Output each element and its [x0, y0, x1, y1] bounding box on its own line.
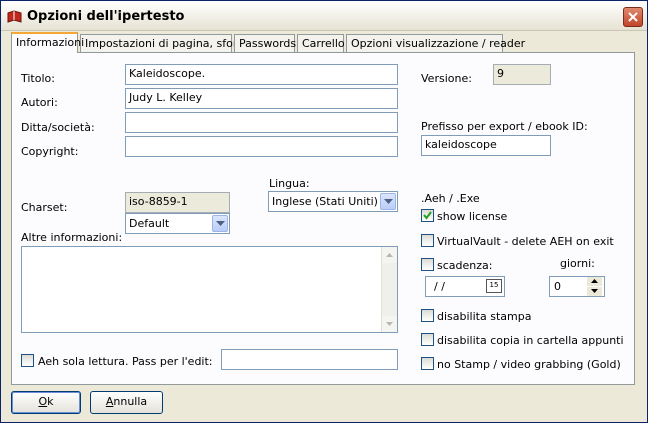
virtualvault-label: VirtualVault - delete AEH on exit: [437, 235, 614, 248]
prefisso-field[interactable]: kaleidoscope: [421, 135, 551, 156]
copyright-label: Copyright:: [21, 145, 79, 158]
scroll-up-icon[interactable]: [382, 247, 397, 263]
ditta-label: Ditta/società:: [21, 121, 95, 134]
titolo-label: Titolo:: [21, 72, 55, 85]
tab-passwords[interactable]: Passwords: [234, 34, 296, 52]
vertical-scrollbar[interactable]: [381, 247, 397, 332]
virtualvault-checkbox[interactable]: [421, 234, 434, 247]
tab-impostazioni-pagina[interactable]: Impostazioni di pagina, sfondo: [80, 34, 254, 52]
charset-combo[interactable]: Default: [125, 213, 230, 234]
charset-field: iso-8859-1: [125, 192, 230, 213]
ditta-field[interactable]: [125, 112, 398, 133]
close-button[interactable]: [623, 7, 643, 27]
titolo-field[interactable]: Kaleidoscope.: [125, 64, 398, 85]
chevron-down-icon[interactable]: [212, 215, 228, 232]
annulla-button[interactable]: Annulla: [90, 391, 163, 414]
prefisso-label: Prefisso per export / ebook ID:: [421, 120, 588, 133]
altre-informazioni-label: Altre informazioni:: [21, 231, 123, 244]
giorni-spinner[interactable]: 0: [549, 276, 605, 297]
ok-label: k: [47, 395, 54, 408]
dialog-window: Opzioni dell'ipertesto Informazioni Impo…: [0, 0, 648, 423]
aeh-section-label: .Aeh / .Exe: [421, 192, 480, 205]
disabilita-copia-checkbox[interactable]: [421, 333, 434, 346]
scadenza-label: scadenza:: [437, 259, 493, 272]
disabilita-copia-label: disabilita copia in cartella appunti: [437, 334, 624, 347]
tab-panel-informazioni: Titolo: Kaleidoscope. Autori: Judy L. Ke…: [11, 52, 635, 385]
autori-label: Autori:: [21, 96, 58, 109]
readonly-pass-field[interactable]: [221, 349, 398, 370]
no-stamp-label: no Stamp / video grabbing (Gold): [437, 358, 621, 371]
tab-opzioni-visualizzazione[interactable]: Opzioni visualizzazione / reader: [346, 34, 525, 52]
giorni-spin-buttons[interactable]: [587, 277, 602, 296]
calendar-icon[interactable]: 15: [486, 279, 502, 293]
versione-field: 9: [493, 64, 551, 85]
lingua-combo[interactable]: Inglese (Stati Uniti): [268, 191, 398, 212]
scadenza-date-field[interactable]: / / 15: [425, 276, 505, 297]
giorni-label: giorni:: [560, 257, 595, 270]
readonly-label: Aeh sola lettura. Pass per l'edit:: [38, 355, 213, 368]
charset-label: Charset:: [21, 201, 68, 214]
tab-informazioni[interactable]: Informazioni: [11, 32, 84, 53]
versione-label: Versione:: [421, 72, 472, 85]
spin-down-icon[interactable]: [587, 287, 602, 296]
spin-up-icon[interactable]: [587, 277, 602, 286]
copyright-field[interactable]: [125, 136, 398, 157]
show-license-checkbox[interactable]: [421, 209, 434, 222]
altre-informazioni-textarea[interactable]: [21, 246, 398, 333]
giorni-value: 0: [554, 280, 561, 293]
ok-hotkey: O: [38, 395, 48, 408]
disabilita-stampa-checkbox[interactable]: [421, 309, 434, 322]
charset-combo-value: Default: [129, 217, 170, 230]
lingua-label: Lingua:: [269, 177, 310, 190]
chevron-down-icon[interactable]: [380, 193, 396, 210]
autori-field[interactable]: Judy L. Kelley: [125, 88, 398, 109]
tab-carrello[interactable]: Carrello: [297, 34, 345, 52]
book-icon: [7, 10, 22, 23]
ok-button[interactable]: Ok: [11, 391, 81, 414]
check-icon: [423, 211, 432, 220]
scadenza-date-value: / /: [434, 280, 445, 293]
scroll-down-icon[interactable]: [382, 316, 397, 332]
show-license-label: show license: [437, 210, 508, 223]
lingua-combo-value: Inglese (Stati Uniti): [272, 195, 378, 208]
annulla-label: nnulla: [113, 395, 148, 408]
readonly-checkbox[interactable]: [21, 354, 34, 367]
scadenza-checkbox[interactable]: [421, 258, 434, 271]
disabilita-stampa-label: disabilita stampa: [437, 310, 532, 323]
no-stamp-checkbox[interactable]: [421, 357, 434, 370]
window-title: Opzioni dell'ipertesto: [27, 9, 185, 24]
title-bar[interactable]: Opzioni dell'ipertesto: [1, 1, 647, 31]
